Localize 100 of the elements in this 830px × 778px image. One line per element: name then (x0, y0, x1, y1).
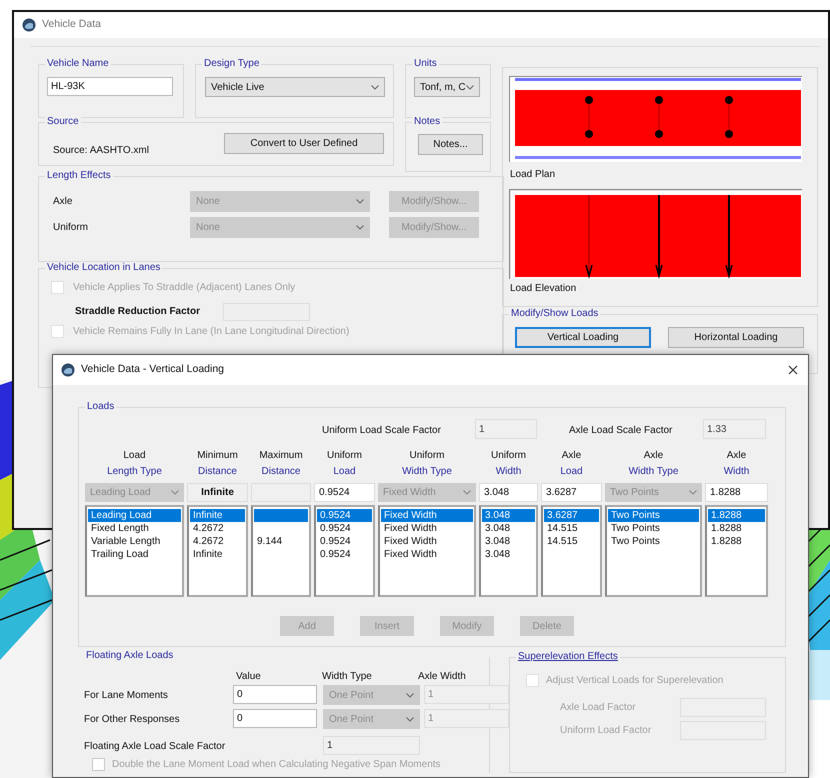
caret-icon (463, 490, 471, 495)
column-header: Uniform (408, 449, 446, 463)
button[interactable]: Horizontal Loading (668, 327, 804, 348)
app-icon (61, 363, 75, 377)
checkbox-label: Vehicle Remains Fully In Lane (In Lane Longitudinal Direction) (73, 326, 350, 338)
list-item[interactable]: Fixed Width (381, 548, 473, 561)
list-box[interactable]: Leading Load Fixed Length Variable Length Trailing Load (85, 505, 184, 597)
list-item[interactable]: 0.9524 (317, 535, 372, 548)
checkbox-label: Double the Lane Moment Load when Calculating Negative Span Moments (112, 759, 441, 771)
list-item[interactable]: Two Points (608, 522, 699, 535)
source-text: Source: AASHTO.xml (53, 145, 149, 157)
button[interactable]: Vertical Loading (515, 327, 651, 348)
text-field[interactable]: 0 (233, 709, 317, 728)
field-label: For Lane Moments (84, 690, 168, 702)
text-field[interactable]: 1.33 (703, 419, 766, 439)
list-item[interactable]: 3.048 (482, 522, 535, 535)
list-box[interactable]: 1.8288 1.8288 1.8288 (705, 505, 768, 597)
text-field[interactable]: 3.048 (479, 483, 538, 502)
list-box[interactable]: 3.6287 14.515 14.515 (541, 505, 602, 597)
list-item[interactable]: Infinite (190, 509, 245, 522)
column-header: Length Type (106, 465, 163, 479)
list-item[interactable]: 4.2672 (190, 535, 245, 548)
list-item[interactable]: 1.8288 (708, 509, 765, 522)
text-field[interactable]: 1.8288 (705, 483, 768, 502)
caret-icon (406, 692, 414, 698)
list-item[interactable]: 1.8288 (708, 535, 765, 548)
caret-icon (406, 716, 414, 722)
list-box[interactable]: 3.048 3.048 3.048 3.048 (479, 505, 538, 597)
caret-icon (171, 490, 179, 495)
list-item[interactable]: 9.144 (254, 535, 308, 548)
field-label: For Other Responses (84, 714, 180, 726)
column-header: Load (332, 465, 357, 479)
list-item[interactable]: Leading Load (88, 509, 181, 522)
list-box[interactable]: Fixed Width Fixed Width Fixed Width Fixed Width (378, 505, 476, 597)
field-label: Uniform Load Scale Factor (322, 425, 441, 437)
column-header: Width (494, 465, 522, 479)
list-item[interactable]: 0.9524 (317, 548, 372, 561)
button[interactable]: Convert to User Defined (224, 133, 384, 154)
column-header: Distance (260, 465, 302, 479)
list-item[interactable]: Fixed Length (88, 522, 181, 535)
list-item[interactable]: Infinite (190, 548, 245, 561)
text-field[interactable]: 0.9524 (314, 483, 375, 502)
text-field[interactable]: 0 (233, 685, 317, 704)
caret-icon (356, 199, 364, 204)
list-item[interactable]: Fixed Width (381, 535, 473, 548)
list-item[interactable]: 14.515 (544, 522, 599, 535)
dropdown[interactable]: Tonf, m, C (414, 77, 480, 97)
list-item[interactable]: Fixed Width (381, 509, 473, 522)
dropdown[interactable]: Vehicle Live (205, 77, 385, 97)
list-item[interactable]: 0.9524 (317, 522, 372, 535)
column-header: Axle (642, 449, 664, 463)
checkbox[interactable] (92, 758, 105, 771)
text-field[interactable]: 1 (475, 419, 537, 439)
column-header: Distance (197, 465, 238, 479)
list-box[interactable]: Infinite 4.2672 4.2672 Infinite (187, 505, 248, 597)
group-label: Length Effects (45, 170, 113, 182)
list-item[interactable]: 4.2672 (190, 522, 245, 535)
column-header: Uniform (490, 449, 527, 463)
window-title: Vehicle Data (42, 17, 101, 32)
field-label: Straddle Reduction Factor (75, 306, 200, 318)
text-field[interactable]: 3.6287 (541, 483, 602, 502)
field-label: Uniform (53, 222, 88, 234)
column-header: Uniform (326, 449, 363, 463)
list-item[interactable]: Variable Length (88, 535, 181, 548)
list-box[interactable]: 0.9524 0.9524 0.9524 0.9524 (314, 505, 375, 597)
list-item[interactable]: 14.515 (544, 535, 599, 548)
caret-icon (356, 225, 364, 230)
list-item[interactable]: Two Points (608, 535, 699, 548)
column-header: Axle (560, 449, 582, 463)
list-item[interactable]: 3.048 (482, 535, 535, 548)
field-label: Axle Load Scale Factor (569, 425, 672, 437)
column-header: Load (122, 449, 147, 463)
column-header: Axle (726, 449, 748, 463)
text-field[interactable]: HL-93K (47, 77, 173, 96)
column-header: Width Type (401, 465, 453, 479)
list-item[interactable]: 3.6287 (544, 509, 599, 522)
list-box[interactable]: Two Points Two Points Two Points (605, 505, 702, 597)
field-label: Axle Load Factor (560, 702, 636, 714)
group-label: Superelevation Effects (516, 651, 620, 663)
list-item[interactable]: 0.9524 (317, 509, 372, 522)
field-label: Uniform Load Factor (560, 725, 652, 737)
list-item[interactable]: 1.8288 (708, 522, 765, 535)
text-field[interactable]: 1 (323, 736, 420, 755)
column-header: Minimum (196, 449, 239, 463)
column-header: Value (236, 671, 261, 683)
group-label: Design Type (202, 58, 262, 70)
list-item[interactable]: Fixed Width (381, 522, 473, 535)
window-title: Vehicle Data - Vertical Loading (81, 362, 224, 378)
group-label: Floating Axle Loads (84, 650, 176, 662)
list-item[interactable]: Two Points (608, 509, 699, 522)
list-item[interactable]: 3.048 (482, 509, 535, 522)
list-item[interactable]: Trailing Load (88, 548, 181, 561)
list-box[interactable]: 9.144 (251, 505, 311, 597)
field-label: Axle (53, 196, 72, 208)
list-item[interactable]: 3.048 (482, 548, 535, 561)
selection-highlight[interactable] (254, 509, 308, 522)
button[interactable]: Notes... (418, 134, 483, 155)
column-header: Axle Width (418, 671, 466, 683)
field-label: Floating Axle Load Scale Factor (84, 741, 226, 753)
value-label: Infinite (187, 483, 248, 502)
